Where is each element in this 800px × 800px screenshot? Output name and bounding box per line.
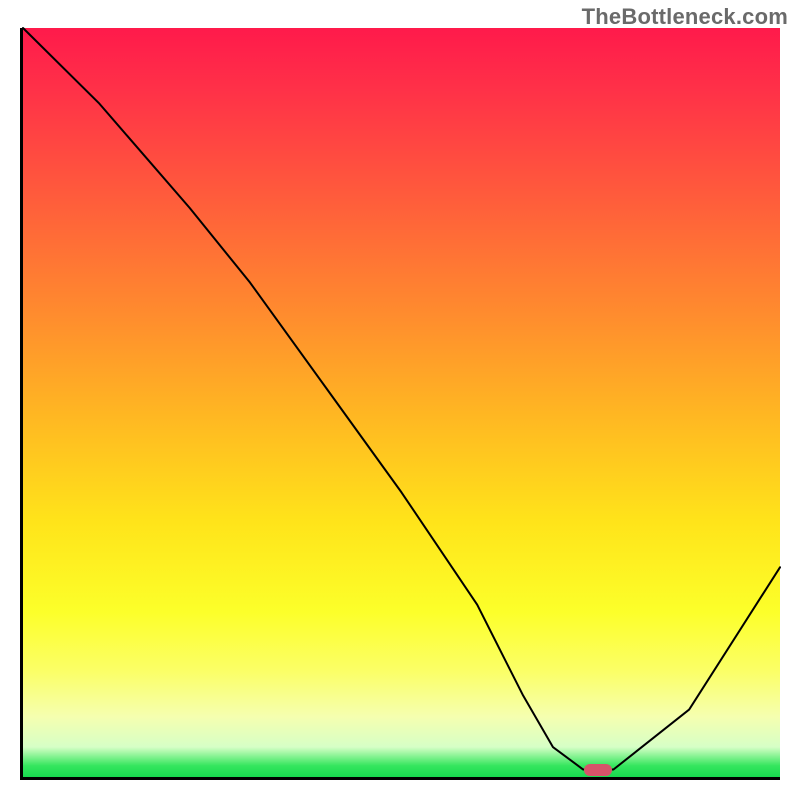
chart-frame: TheBottleneck.com: [0, 0, 800, 800]
watermark-text: TheBottleneck.com: [582, 4, 788, 30]
plot-area: [20, 28, 780, 780]
bottleneck-curve: [23, 28, 780, 770]
optimal-marker: [584, 764, 612, 776]
curve-layer: [23, 28, 780, 777]
